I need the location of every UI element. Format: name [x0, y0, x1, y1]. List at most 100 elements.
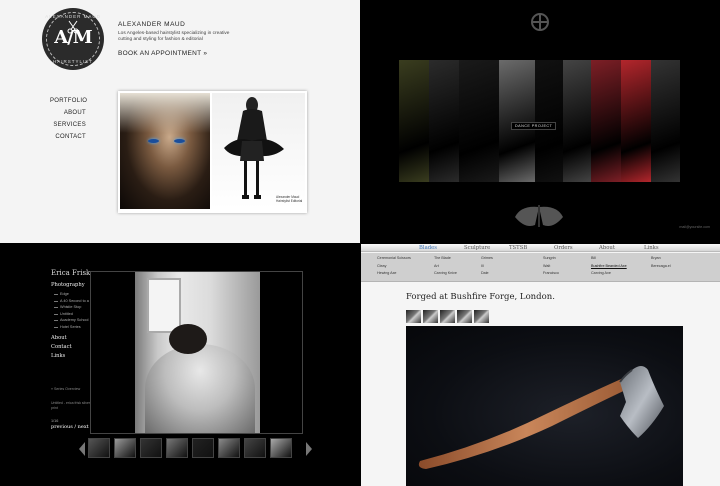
photo-thumbnail[interactable] — [140, 438, 162, 458]
submenu-item[interactable]: Bryan — [651, 255, 671, 263]
tab-orders[interactable]: Orders — [554, 244, 599, 252]
portrait-hair — [120, 93, 210, 133]
site-description: Los Angeles-based hairstylist specializi… — [118, 31, 230, 42]
mini-thumbnail[interactable] — [423, 310, 438, 323]
submenu-item[interactable]: Carving Knive — [434, 270, 457, 278]
photographer-name[interactable]: Erica Frisk — [51, 269, 90, 277]
photo-thumbnail[interactable] — [218, 438, 240, 458]
gallery-panel[interactable] — [499, 60, 535, 182]
fashion-figure-photo — [212, 93, 305, 209]
fashion-figure-silhouette — [224, 97, 284, 199]
dark-gallery-site: DANCE PROJECT mail@yoursite.com — [361, 0, 720, 243]
mini-thumbnail[interactable] — [474, 310, 489, 323]
moth-icon — [515, 205, 563, 227]
photo-info: Untitled - erica frisk silver print — [51, 401, 91, 410]
bushfire-forge-site: Blades Sculpture TSTSB Orders About Link… — [361, 244, 720, 486]
tab-tstsb[interactable]: TSTSB — [509, 244, 554, 252]
photo-thumbnail[interactable] — [244, 438, 266, 458]
thumbnail-strip — [88, 438, 292, 458]
tab-about[interactable]: About — [599, 244, 644, 252]
submenu-column: Sungrin Walt Francisco — [543, 255, 559, 278]
photo-figure-back — [145, 344, 255, 433]
thumb-next-arrow-icon[interactable] — [306, 442, 312, 456]
photo-thumbnail[interactable] — [270, 438, 292, 458]
nav-portfolio[interactable]: PORTFOLIO — [50, 95, 87, 107]
nav-about[interactable]: ABOUT — [50, 107, 86, 119]
submenu-item[interactable]: The Blade — [434, 255, 457, 263]
gallery-strip — [399, 60, 680, 182]
nav-services[interactable]: SERVICES — [50, 119, 86, 131]
logo-monogram: A/M — [54, 27, 92, 48]
submenu-item[interactable]: Grimes — [481, 255, 493, 263]
tab-sculpture[interactable]: Sculpture — [464, 244, 509, 252]
top-tabs: Blades Sculpture TSTSB Orders About Link… — [419, 244, 689, 252]
maud-logo[interactable]: ALEXANDER MAUD A/M HAIRSTYLIST — [42, 8, 104, 70]
tab-links[interactable]: Links — [644, 244, 689, 252]
gallery-panel[interactable] — [563, 60, 591, 182]
photo-figure-head — [169, 324, 207, 354]
tab-blades[interactable]: Blades — [419, 244, 464, 252]
mini-thumbnail[interactable] — [406, 310, 421, 323]
logo-top-text: ALEXANDER MAUD — [45, 14, 101, 19]
submenu-item[interactable]: Carving Axe — [591, 270, 627, 278]
mini-thumbnails — [406, 310, 489, 323]
submenu-item[interactable]: Berecaga.el — [651, 263, 671, 271]
mini-thumbnail[interactable] — [457, 310, 472, 323]
submenu-column: Bill Bushfire Bearded Axe Carving Axe — [591, 255, 627, 278]
axe-illustration — [418, 366, 664, 469]
photo-window — [147, 278, 181, 333]
portfolio-image-frame[interactable]: Alexander Maud Hairstylist Editorial — [118, 91, 307, 213]
gallery-panel[interactable] — [399, 60, 429, 182]
main-photo[interactable] — [135, 272, 260, 433]
photo-counter: 1/16 — [51, 419, 59, 423]
submenu-column: Ceremonial Scissors Cleay Hewing Axe — [377, 255, 411, 278]
gallery-item-label[interactable]: DANCE PROJECT — [511, 122, 557, 130]
photo-thumbnail[interactable] — [166, 438, 188, 458]
submenu-item[interactable]: Ill — [481, 263, 493, 271]
mini-thumbnail[interactable] — [440, 310, 455, 323]
gallery-panel[interactable] — [535, 60, 563, 182]
alexander-maud-site: ALEXANDER MAUD A/M HAIRSTYLIST ALEXANDER… — [0, 0, 360, 243]
submenu-item[interactable]: Walt — [543, 263, 559, 271]
series-overview-link[interactable]: « Series Overview — [51, 387, 80, 391]
nav-contact[interactable]: CONTACT — [50, 131, 86, 143]
photo-thumbnail[interactable] — [114, 438, 136, 458]
portrait-eye-left — [148, 139, 159, 143]
blades-submenu: Ceremonial Scissors Cleay Hewing Axe The… — [361, 253, 720, 282]
erica-frisk-site: Erica Frisk Photography Edge A 40 Second… — [0, 244, 360, 486]
submenu-item[interactable]: Cleay — [377, 263, 411, 271]
site-name: ALEXANDER MAUD — [118, 21, 186, 28]
page-title: Forged at Bushfire Forge, London. — [406, 292, 555, 302]
submenu-item[interactable]: Ceremonial Scissors — [377, 255, 411, 263]
site-emblem-icon[interactable] — [531, 13, 549, 31]
photo-thumbnail[interactable] — [192, 438, 214, 458]
axe-photo[interactable] — [406, 326, 683, 486]
thumb-prev-arrow-icon[interactable] — [79, 442, 85, 456]
submenu-item[interactable]: Dale — [481, 270, 493, 278]
top-nav-bar: Blades Sculpture TSTSB Orders About Link… — [361, 244, 720, 252]
photo-thumbnail[interactable] — [88, 438, 110, 458]
gallery-panel[interactable] — [459, 60, 499, 182]
submenu-item[interactable]: Francisco — [543, 270, 559, 278]
gallery-panel[interactable] — [429, 60, 459, 182]
submenu-item[interactable]: Art — [434, 263, 457, 271]
submenu-column: Grimes Ill Dale — [481, 255, 493, 278]
main-nav: PORTFOLIO ABOUT SERVICES CONTACT — [50, 95, 87, 143]
gallery-panel[interactable] — [591, 60, 621, 182]
submenu-column: The Blade Art Carving Knive — [434, 255, 457, 278]
submenu-item[interactable]: Sungrin — [543, 255, 559, 263]
portrait-photo — [120, 93, 210, 209]
gallery-panel[interactable] — [651, 60, 680, 182]
submenu-column: Bryan Berecaga.el — [651, 255, 671, 270]
portrait-eye-right — [174, 139, 185, 143]
logo-bottom-text: HAIRSTYLIST — [52, 59, 93, 64]
main-photo-frame — [90, 271, 303, 434]
submenu-item-selected[interactable]: Bushfire Bearded Axe — [591, 263, 627, 271]
previous-next-link[interactable]: previous / next — [51, 424, 89, 430]
gallery-panel[interactable] — [621, 60, 651, 182]
submenu-item[interactable]: Bill — [591, 255, 627, 263]
footer-email[interactable]: mail@yoursite.com — [679, 225, 710, 229]
submenu-item[interactable]: Hewing Axe — [377, 270, 411, 278]
image-caption: Alexander Maud Hairstylist Editorial — [276, 195, 303, 203]
book-appointment-link[interactable]: BOOK AN APPOINTMENT » — [118, 50, 207, 57]
